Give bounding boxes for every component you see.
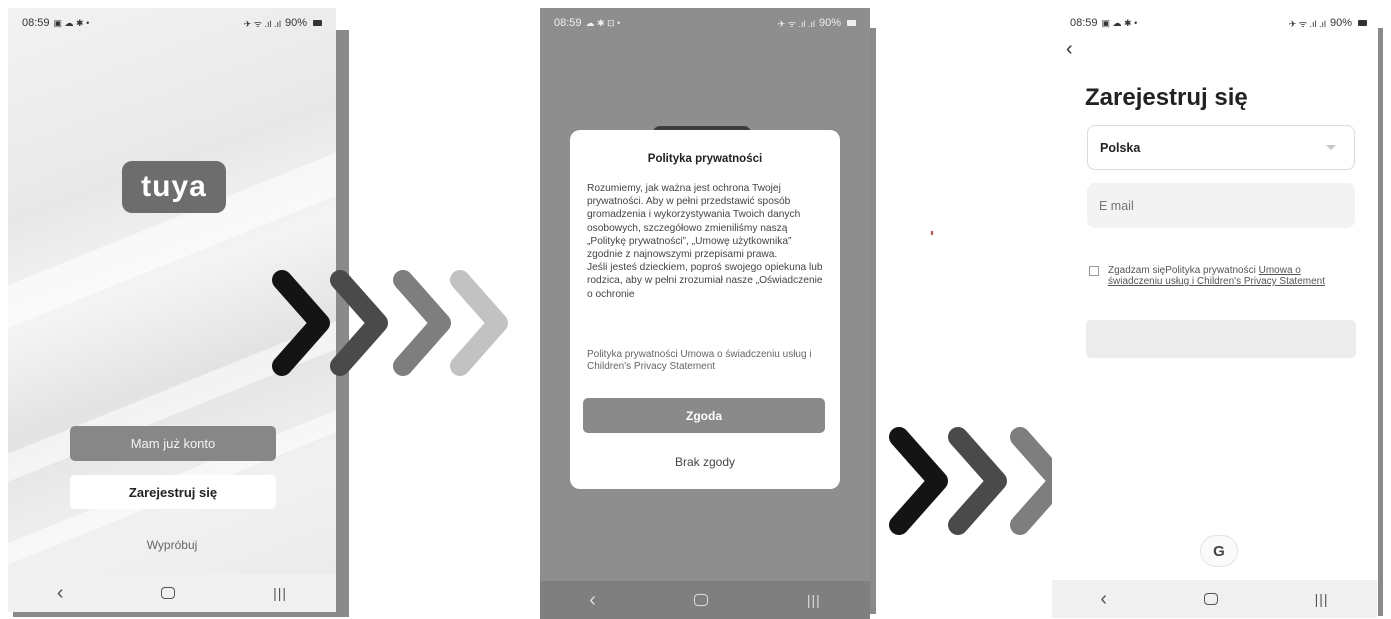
nav-bar: ‹ |||	[1052, 580, 1377, 618]
battery-icon	[313, 20, 322, 26]
arrows-group-1	[272, 270, 508, 376]
signal-icons: ✈ ᯤ .ıl .ıl	[243, 18, 281, 29]
disagree-button[interactable]: Brak zgody	[570, 455, 840, 469]
recents-icon[interactable]: |||	[1315, 591, 1329, 607]
recents-icon[interactable]: |||	[273, 585, 287, 601]
chevron-down-icon	[1326, 145, 1336, 150]
battery-level: 90%	[818, 17, 841, 29]
phone-3-shadow	[1378, 28, 1383, 616]
arrow-chevron-3	[393, 270, 451, 376]
status-bar: 08:59 ▣ ☁ ✱ • ✈ ᯤ .ıl .ıl 90%	[1052, 8, 1377, 38]
arrow-chevron-2	[330, 270, 388, 376]
signal-icons: ✈ ᯤ .ıl .ıl	[1288, 18, 1326, 29]
status-time: 08:59	[1070, 17, 1098, 29]
consent-checkbox[interactable]	[1089, 266, 1099, 276]
back-icon[interactable]: ‹	[589, 589, 596, 612]
home-icon[interactable]	[694, 594, 709, 606]
privacy-policy-link[interactable]: Polityka prywatności	[1165, 265, 1256, 276]
back-arrow-icon[interactable]: ‹	[1066, 38, 1073, 61]
status-time: 08:59	[554, 17, 582, 29]
have-account-button[interactable]: Mam już konto	[70, 426, 276, 461]
phone-2-privacy-dialog: 08:59 ☁ ✱ ⊡ • ✈ ᯤ .ıl .ıl 90% Polityka p…	[540, 8, 870, 619]
arrow-chevron-1	[889, 427, 948, 535]
battery-level: 90%	[1329, 17, 1352, 29]
dialog-policy-links[interactable]: Polityka prywatności Umowa o świadczeniu…	[587, 349, 828, 373]
google-login-icon[interactable]: G	[1200, 535, 1238, 567]
recents-icon[interactable]: |||	[807, 592, 821, 608]
home-icon[interactable]	[161, 587, 176, 599]
consent-prefix: Zgadzam się	[1108, 265, 1166, 276]
arrow-chevron-4	[450, 270, 508, 376]
country-select[interactable]: Polska	[1087, 125, 1355, 170]
back-icon[interactable]: ‹	[1100, 588, 1107, 611]
dialog-body[interactable]: Rozumiemy, jak ważna jest ochrona Twojej…	[587, 182, 826, 334]
battery-icon	[1358, 20, 1367, 26]
arrow-chevron-2	[948, 427, 1007, 535]
status-bar: 08:59 ▣ ☁ ✱ • ✈ ᯤ .ıl .ıl 90%	[8, 8, 336, 38]
nav-bar: ‹ |||	[8, 574, 336, 612]
battery-level: 90%	[284, 17, 307, 29]
nav-bar: ‹ |||	[540, 581, 870, 619]
privacy-dialog: Polityka prywatności Rozumiemy, jak ważn…	[570, 130, 840, 489]
notification-icons: ☁ ✱ ⊡ •	[585, 17, 621, 28]
signal-icons: ✈ ᯤ .ıl .ıl	[777, 18, 815, 29]
register-button[interactable]: Zarejestruj się	[70, 475, 276, 509]
consent-text: Zgadzam sięPolityka prywatności Umowa o …	[1108, 265, 1344, 287]
back-icon[interactable]: ‹	[57, 582, 64, 605]
page-title: Zarejestruj się	[1085, 84, 1248, 111]
notification-icons: ▣ ☁ ✱ •	[1101, 17, 1138, 28]
dialog-title: Polityka prywatności	[647, 153, 763, 165]
phone-3-register: 08:59 ▣ ☁ ✱ • ✈ ᯤ .ıl .ıl 90% ‹ Zarejest…	[1052, 8, 1377, 618]
country-value: Polska	[1100, 140, 1141, 155]
notification-icons: ▣ ☁ ✱ •	[53, 17, 90, 28]
stage: 08:59 ▣ ☁ ✱ • ✈ ᯤ .ıl .ıl 90% tuya Mam j…	[0, 0, 1391, 619]
tuya-logo: tuya	[122, 161, 226, 213]
status-bar: 08:59 ☁ ✱ ⊡ • ✈ ᯤ .ıl .ıl 90%	[540, 8, 870, 38]
status-time: 08:59	[22, 17, 50, 29]
stray-mark	[931, 231, 933, 235]
try-link[interactable]: Wypróbuj	[8, 538, 336, 552]
email-input[interactable]	[1087, 183, 1355, 228]
battery-icon	[847, 20, 856, 26]
arrow-chevron-1	[272, 270, 330, 376]
consent-row: Zgadzam sięPolityka prywatności Umowa o …	[1089, 265, 1344, 287]
get-code-button-disabled[interactable]	[1086, 320, 1356, 358]
agree-button[interactable]: Zgoda	[583, 398, 825, 433]
home-icon[interactable]	[1203, 593, 1218, 605]
